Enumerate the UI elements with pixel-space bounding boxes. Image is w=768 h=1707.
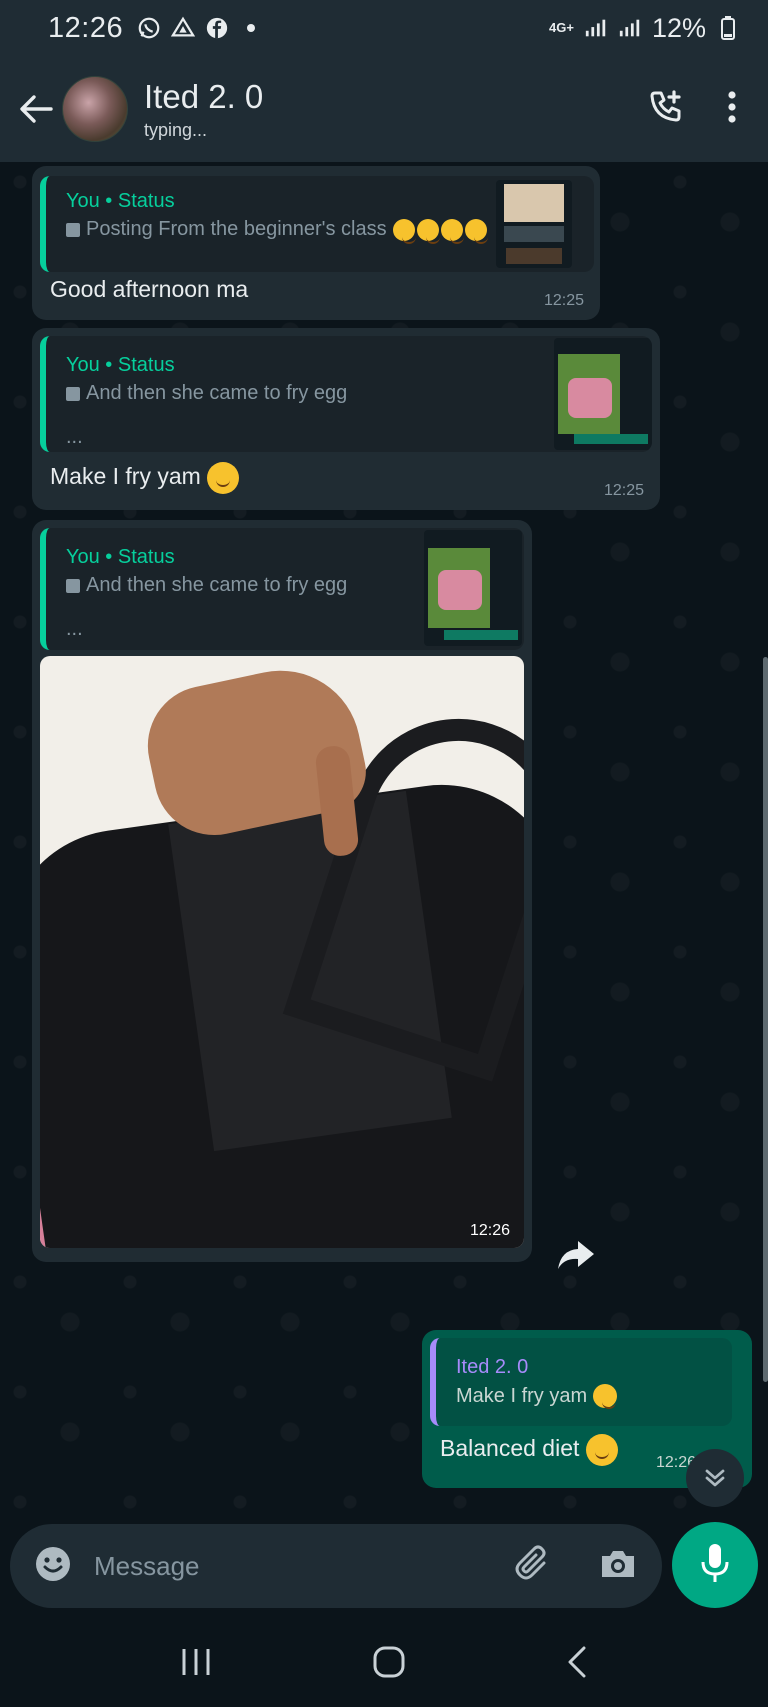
- mic-icon: [700, 1542, 730, 1589]
- recent-apps-icon[interactable]: [180, 1647, 212, 1682]
- dot-icon: [239, 16, 263, 40]
- quote-title: Ited 2. 0: [456, 1356, 529, 1378]
- quote-title: You • Status: [66, 190, 175, 212]
- quoted-status[interactable]: You • Status And then she came to fry eg…: [40, 336, 652, 452]
- photo-message[interactable]: 12:26: [40, 656, 524, 1248]
- scroll-down-button[interactable]: [686, 1449, 744, 1507]
- message-placeholder: Message: [94, 1550, 200, 1581]
- status-thumbnail: [554, 338, 652, 450]
- message-bubble[interactable]: You • Status And then she came to fry eg…: [32, 520, 532, 1262]
- quote-text: And then she came to fry egg: [66, 382, 347, 405]
- input-bar: Message: [0, 1522, 768, 1622]
- message-text-value: Make I fry yam: [50, 463, 201, 490]
- status-bar: 12:26 4G+ 12%: [0, 0, 768, 56]
- avatar[interactable]: [62, 76, 128, 142]
- quote-text-value: Posting From the beginner's class: [86, 218, 387, 240]
- image-icon: [66, 386, 80, 401]
- system-nav-bar: [0, 1622, 768, 1707]
- quote-text-value: And then she came to fry egg: [86, 574, 348, 596]
- quote-text-value: And then she came to fry egg: [86, 382, 348, 404]
- network-type: 4G+: [549, 20, 574, 35]
- emoji-icon: [593, 1384, 618, 1409]
- message-text: Balanced diet: [440, 1434, 618, 1466]
- message-time: 12:26: [469, 1222, 510, 1239]
- message-text: Good afternoon ma: [50, 276, 249, 302]
- attach-icon[interactable]: [514, 1544, 554, 1589]
- battery-icon: [716, 16, 740, 40]
- back-icon[interactable]: [566, 1645, 588, 1684]
- quoted-status[interactable]: You • Status And then she came to fry eg…: [40, 528, 524, 650]
- emoji-icon: [207, 462, 240, 494]
- message-text: Make I fry yam: [50, 462, 240, 494]
- image-icon: [66, 222, 80, 237]
- quote-more: ...: [66, 618, 83, 640]
- quoted-status[interactable]: You • Status Posting From the beginner's…: [40, 176, 594, 272]
- camera-icon[interactable]: [598, 1547, 638, 1586]
- signal-icon: [584, 16, 608, 40]
- scroll-indicator[interactable]: [763, 657, 768, 1382]
- emoji-icon: [585, 1434, 618, 1466]
- emoji-icon[interactable]: [34, 1545, 72, 1588]
- add-call-icon[interactable]: [648, 89, 684, 130]
- status-time: 12:26: [48, 11, 124, 44]
- chat-header: Ited 2. 0 typing...: [0, 56, 768, 162]
- status-thumbnail: [424, 530, 522, 646]
- message-bubble[interactable]: You • Status Posting From the beginner's…: [32, 166, 600, 320]
- more-vert-icon[interactable]: [726, 89, 738, 130]
- facebook-icon: [205, 16, 229, 40]
- status-thumbnail: [496, 180, 572, 268]
- forward-icon[interactable]: [552, 1231, 600, 1279]
- message-text-value: Balanced diet: [440, 1435, 580, 1462]
- quote-text: Posting From the beginner's class: [66, 218, 488, 244]
- quote-more: ...: [66, 426, 83, 448]
- back-arrow-icon[interactable]: [6, 79, 66, 139]
- quote-title: You • Status: [66, 546, 175, 568]
- signal-icon-2: [618, 16, 642, 40]
- emoji-icon: [392, 218, 488, 244]
- contact-status: typing...: [144, 119, 208, 140]
- message-time: 12:25: [603, 482, 644, 499]
- whatsapp-icon: [137, 16, 161, 40]
- message-bubble[interactable]: You • Status And then she came to fry eg…: [32, 328, 660, 510]
- quote-title: You • Status: [66, 354, 175, 376]
- message-time: 12:25: [543, 292, 584, 309]
- quote-text: And then she came to fry egg: [66, 574, 347, 597]
- contact-info[interactable]: Ited 2. 0 typing...: [144, 78, 263, 141]
- quote-text-value: Make I fry yam: [456, 1384, 588, 1407]
- contact-name: Ited 2. 0: [144, 77, 264, 115]
- quoted-message[interactable]: Ited 2. 0 Make I fry yam: [430, 1338, 732, 1426]
- image-icon: [66, 578, 80, 593]
- mic-button[interactable]: [672, 1522, 758, 1608]
- message-input[interactable]: Message: [10, 1524, 662, 1608]
- battery-level: 12%: [651, 12, 706, 43]
- chat-area[interactable]: You • Status Posting From the beginner's…: [0, 162, 768, 1522]
- quote-text: Make I fry yam: [456, 1384, 618, 1409]
- drive-icon: [171, 16, 196, 40]
- home-icon[interactable]: [372, 1645, 406, 1684]
